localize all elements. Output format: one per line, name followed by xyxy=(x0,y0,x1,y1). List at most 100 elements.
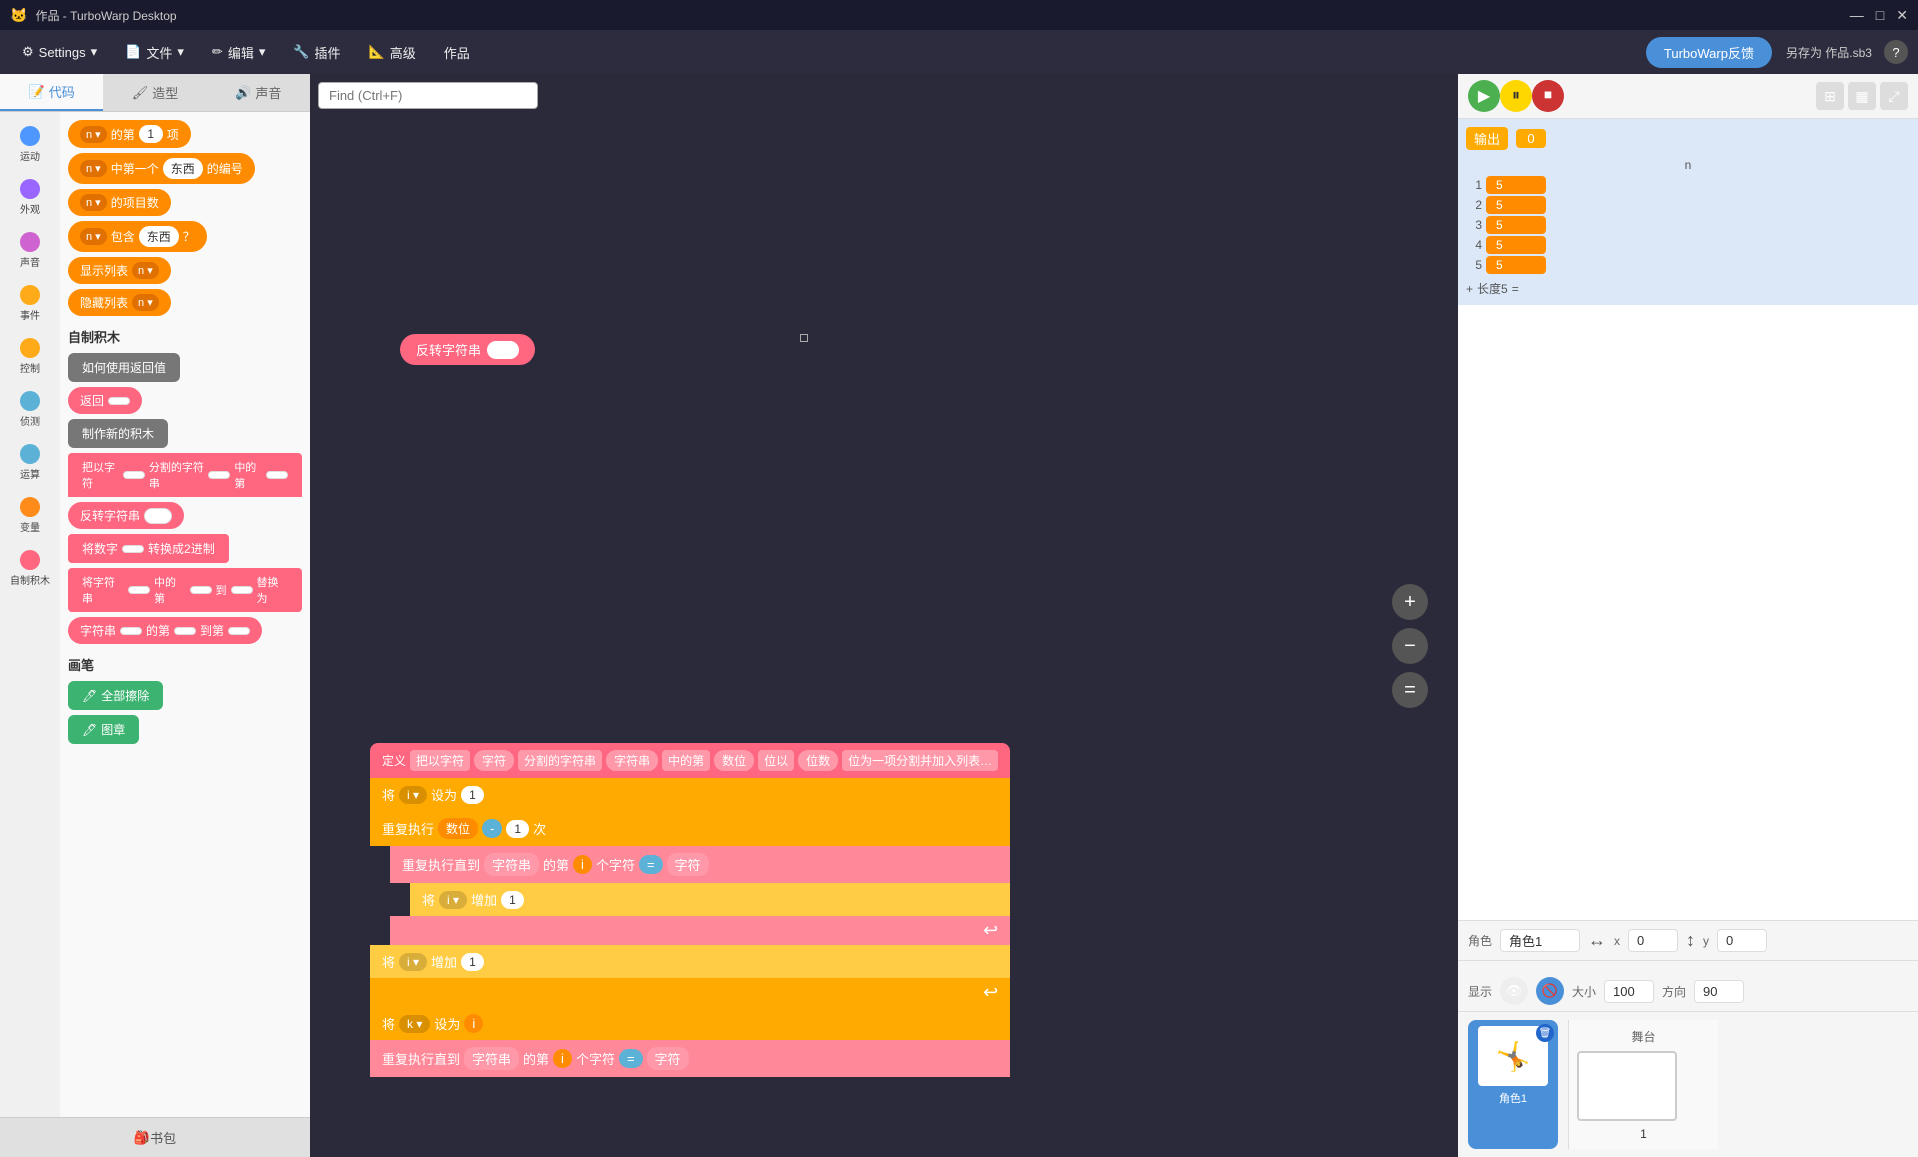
pen-section-label: 画笔 xyxy=(68,649,302,676)
save-as-button[interactable]: 另存为 作品.sb3 xyxy=(1786,44,1872,61)
minimize-button[interactable]: — xyxy=(1850,7,1864,24)
loop-close-2: ↩ xyxy=(370,978,1010,1007)
output-row-2: 2 5 xyxy=(1466,196,1910,214)
edit-menu[interactable]: ✏ 编辑 ▾ xyxy=(200,37,277,68)
list-block-3[interactable]: n ▾ 的项目数 xyxy=(68,189,302,216)
file-icon: 📄 xyxy=(125,44,141,60)
tab-code[interactable]: 📝 代码 xyxy=(0,74,103,111)
zuopin-menu[interactable]: 作品 xyxy=(432,37,482,68)
advanced-menu[interactable]: 📐 高级 xyxy=(357,37,428,68)
output-col-n: n xyxy=(1466,156,1910,174)
left-panel-inner: 运动 外观 声音 事件 控制 xyxy=(0,112,310,1117)
pen-stamp-block[interactable]: 🖊 图章 xyxy=(68,715,302,744)
sprite-card-1[interactable]: 🗑 🤸 角色1 xyxy=(1468,1020,1558,1149)
app-icon: 🐱 xyxy=(10,7,27,24)
maximize-button[interactable]: □ xyxy=(1876,7,1884,24)
sprite-controls: 角色 ↔ x ↕ y xyxy=(1458,921,1918,961)
advanced-icon: 📐 xyxy=(369,44,385,60)
equals-button[interactable]: = xyxy=(1392,672,1428,708)
output-row-1: 1 5 xyxy=(1466,176,1910,194)
category-operators[interactable]: 运算 xyxy=(6,438,54,487)
block-stack: 定义 把以字符 字符 分割的字符串 字符串 中的第 数位 位以 位数 位为一项分… xyxy=(370,743,1010,1077)
play-button[interactable]: ▶ xyxy=(1468,80,1500,112)
turbowarp-button[interactable]: TurboWarp反馈 xyxy=(1646,37,1772,68)
sprite-size-input[interactable] xyxy=(1604,980,1654,1003)
repeat-block[interactable]: 重复执行 数位 - 1 次 xyxy=(370,811,1010,846)
plugins-menu[interactable]: 🔧 插件 xyxy=(281,37,352,68)
list-block-2[interactable]: n ▾ 中第一个 东西 的编号 xyxy=(68,153,302,184)
category-sound[interactable]: 声音 xyxy=(6,226,54,275)
list-block-1[interactable]: n ▾ 的第 1 项 xyxy=(68,120,302,148)
blocks-panel: n ▾ 的第 1 项 n ▾ 中第一个 东西 的编号 xyxy=(60,112,310,1117)
chevron-down-icon: ▾ xyxy=(91,44,98,60)
category-motion[interactable]: 运动 xyxy=(6,120,54,169)
settings-icon: ⚙ xyxy=(22,44,34,60)
canvas-floating-block[interactable]: 反转字符串 xyxy=(400,334,535,365)
chevron-down-icon: ▾ xyxy=(177,44,184,60)
pen-clear-block[interactable]: 🖊 全部擦除 xyxy=(68,681,302,710)
subtract-button[interactable]: − xyxy=(1392,628,1428,664)
left-panel: 📝 代码 🖌 造型 🔊 声音 运动 外观 xyxy=(0,74,310,1157)
category-events[interactable]: 事件 xyxy=(6,279,54,328)
custom-replace-block[interactable]: 将字符串 中的第 到 替换为 xyxy=(68,568,302,612)
chevron-down-icon: ▾ xyxy=(259,44,266,60)
eye-show-button[interactable]: 👁 xyxy=(1500,977,1528,1005)
return-block[interactable]: 返回 xyxy=(68,387,302,414)
layout-full-button[interactable]: ▦ xyxy=(1848,82,1876,110)
how-to-use-return[interactable]: 如何使用返回值 xyxy=(68,353,302,382)
sprite-delete-button[interactable]: 🗑 xyxy=(1536,1024,1554,1042)
define-block-header[interactable]: 定义 把以字符 字符 分割的字符串 字符串 中的第 数位 位以 位数 位为一项分… xyxy=(370,743,1010,778)
pause-button[interactable]: ⏸ xyxy=(1500,80,1532,112)
right-side: ▶ ⏸ ⏹ ⊞ ▦ ⤢ 输出 0 n 1 5 2 5 xyxy=(1458,74,1918,1157)
custom-section-label: 自制积木 xyxy=(68,321,302,348)
set-k-block[interactable]: 将 k ▾ 设为 i xyxy=(370,1007,1010,1040)
toggle-switch[interactable] xyxy=(487,341,519,359)
tab-bar: 📝 代码 🖌 造型 🔊 声音 xyxy=(0,74,310,112)
sprite-dir-input[interactable] xyxy=(1694,980,1744,1003)
repeat-until-block-2[interactable]: 重复执行直到 字符串 的第 i 个字符 = 字符 xyxy=(370,1040,1010,1077)
close-button[interactable]: ✕ xyxy=(1896,7,1908,24)
category-sensing[interactable]: 侦测 xyxy=(6,385,54,434)
find-input[interactable] xyxy=(318,82,538,109)
sprite-stage-area: 角色 ↔ x ↕ y 显示 👁 🚫 大小 方向 xyxy=(1458,920,1918,1157)
tab-sounds[interactable]: 🔊 声音 xyxy=(207,74,310,111)
code-icon: 📝 xyxy=(29,84,45,100)
custom-substr-block[interactable]: 字符串 的第 到第 xyxy=(68,617,302,644)
pen-icon: 🖊 xyxy=(82,689,97,703)
sprite-name-input[interactable] xyxy=(1500,929,1580,952)
sprite-show-row: 显示 👁 🚫 大小 方向 xyxy=(1458,971,1918,1012)
stop-button[interactable]: ⏹ xyxy=(1532,80,1564,112)
custom-tobinary-block[interactable]: 将数字 转换成2进制 xyxy=(68,534,302,563)
set-i-block[interactable]: 将 i ▾ 设为 1 xyxy=(370,778,1010,811)
preview-canvas xyxy=(1458,305,1918,920)
sprite-x-input[interactable] xyxy=(1628,929,1678,952)
custom-split-block[interactable]: 把以字符 分割的字符串 中的第 xyxy=(68,453,302,497)
repeat-until-block[interactable]: 重复执行直到 字符串 的第 i 个字符 = 字符 xyxy=(390,846,1010,883)
list-block-hide[interactable]: 隐藏列表 n ▾ xyxy=(68,289,302,316)
add-button[interactable]: + xyxy=(1392,584,1428,620)
stamp-icon: 🖊 xyxy=(82,723,97,737)
layout-split-button[interactable]: ⊞ xyxy=(1816,82,1844,110)
loop-close-1: ↩ xyxy=(390,916,1010,945)
inc-i-block-1[interactable]: 将 i ▾ 增加 1 xyxy=(410,883,1010,916)
settings-menu[interactable]: ⚙ Settings ▾ xyxy=(10,38,109,66)
custom-reverse-block[interactable]: 反转字符串 xyxy=(68,502,302,529)
eye-hide-button[interactable]: 🚫 xyxy=(1536,977,1564,1005)
list-block-show[interactable]: 显示列表 n ▾ xyxy=(68,257,302,284)
sprite-y-input[interactable] xyxy=(1717,929,1767,952)
tab-costumes[interactable]: 🖌 造型 xyxy=(103,74,206,111)
category-looks[interactable]: 外观 xyxy=(6,173,54,222)
category-variables[interactable]: 变量 xyxy=(6,491,54,540)
category-custom[interactable]: 自制积木 xyxy=(6,544,54,593)
layout-expand-button[interactable]: ⤢ xyxy=(1880,82,1908,110)
output-row-4: 4 5 xyxy=(1466,236,1910,254)
inc-i-block-2[interactable]: 将 i ▾ 增加 1 xyxy=(370,945,1010,978)
list-block-4[interactable]: n ▾ 包含 东西 ？ xyxy=(68,221,302,252)
sprites-list: 🗑 🤸 角色1 舞台 1 xyxy=(1458,1012,1918,1157)
help-button[interactable]: ? xyxy=(1884,40,1908,64)
canvas-area[interactable]: 反转字符串 定义 把以字符 字符 分割的字符串 字符串 中的第 数位 位以 位数… xyxy=(310,74,1458,1157)
category-control[interactable]: 控制 xyxy=(6,332,54,381)
preview-controls: ▶ ⏸ ⏹ ⊞ ▦ ⤢ xyxy=(1458,74,1918,119)
file-menu[interactable]: 📄 文件 ▾ xyxy=(113,37,196,68)
make-new-block[interactable]: 制作新的积木 xyxy=(68,419,302,448)
